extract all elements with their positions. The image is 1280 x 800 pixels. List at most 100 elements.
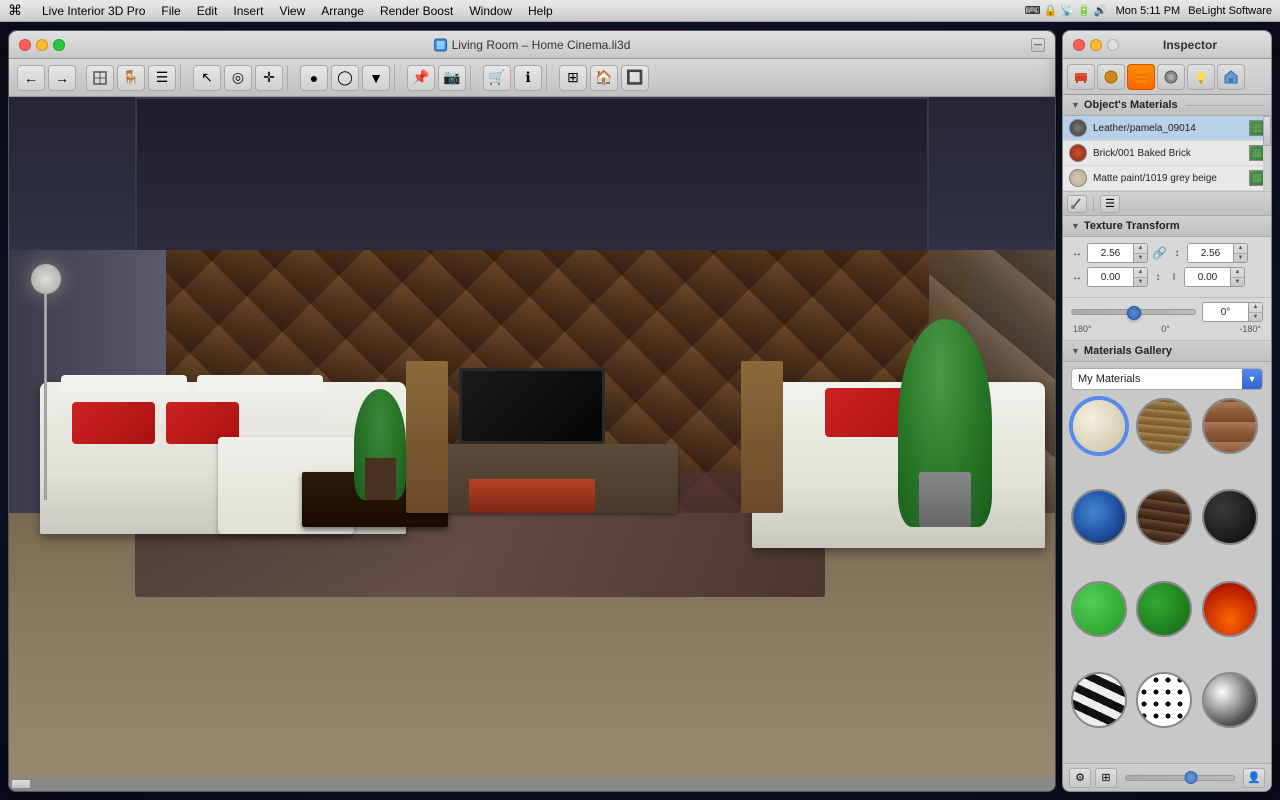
menu-help[interactable]: Help	[528, 4, 553, 18]
tab-room[interactable]	[1217, 64, 1245, 90]
rotation-input-group[interactable]: ▲ ▼	[1202, 302, 1263, 322]
sphere-tool[interactable]: ●	[300, 65, 328, 91]
viewport-scrollbar[interactable]	[9, 777, 1055, 791]
gallery-dropdown[interactable]: My Materials ▼	[1071, 368, 1263, 390]
rotation-down[interactable]: ▼	[1249, 313, 1262, 322]
minimize-button[interactable]	[36, 39, 48, 51]
view-3d-button[interactable]: 🔲	[621, 65, 649, 91]
offset-y-up[interactable]: ▲	[1231, 268, 1244, 278]
offset-x-stepper[interactable]: ▲ ▼	[1133, 268, 1147, 286]
pan-tool[interactable]: ✛	[255, 65, 283, 91]
nav-back-button[interactable]: ←	[17, 65, 45, 91]
scrollbar-thumb[interactable]	[11, 779, 31, 789]
rotation-slider[interactable]	[1071, 309, 1196, 315]
gallery-item-green-bright[interactable]	[1071, 581, 1127, 637]
materials-list[interactable]: Leather/pamela_09014 Brick/001 Baked Bri…	[1063, 116, 1271, 192]
link-icon[interactable]: 🔗	[1152, 246, 1167, 260]
cone-tool[interactable]: ▼	[362, 65, 390, 91]
gallery-dropdown-arrow[interactable]: ▼	[1242, 369, 1262, 389]
width-down[interactable]: ▼	[1134, 254, 1147, 263]
ring-tool[interactable]: ◯	[331, 65, 359, 91]
orbit-tool[interactable]: ◎	[224, 65, 252, 91]
gallery-item-zebra[interactable]	[1071, 672, 1127, 728]
close-button[interactable]	[19, 39, 31, 51]
offset-y-stepper[interactable]: ▲ ▼	[1230, 268, 1244, 286]
offset-y-down[interactable]: ▼	[1231, 278, 1244, 287]
materials-scrollbar[interactable]	[1263, 116, 1271, 191]
gallery-item-fire[interactable]	[1202, 581, 1258, 637]
person-button[interactable]: 👤	[1243, 768, 1265, 788]
inspector-maximize[interactable]	[1107, 39, 1119, 51]
offset-y-group[interactable]: ▲ ▼	[1184, 267, 1245, 287]
pin-tool[interactable]: 📌	[407, 65, 435, 91]
offset-x-input[interactable]	[1088, 268, 1133, 286]
menu-arrange[interactable]: Arrange	[321, 4, 364, 18]
tab-texture[interactable]	[1127, 64, 1155, 90]
inspector-minimize[interactable]	[1090, 39, 1102, 51]
height-stepper[interactable]: ▲ ▼	[1233, 244, 1247, 262]
cart-button[interactable]: 🛒	[483, 65, 511, 91]
offset-x-down[interactable]: ▼	[1134, 278, 1147, 287]
gallery-item-chrome[interactable]	[1202, 672, 1258, 728]
width-stepper[interactable]: ▲ ▼	[1133, 244, 1147, 262]
maximize-button[interactable]	[53, 39, 65, 51]
material-item[interactable]: Matte paint/1019 grey beige	[1063, 166, 1271, 191]
width-input-group[interactable]: ▲ ▼	[1087, 243, 1148, 263]
width-input[interactable]	[1088, 244, 1133, 262]
gallery-size-slider[interactable]	[1125, 775, 1235, 781]
furniture-button[interactable]: 🪑	[117, 65, 145, 91]
rotation-input-wrapper[interactable]: ▲ ▼	[1202, 302, 1263, 322]
gear-button[interactable]: ⚙	[1069, 768, 1091, 788]
gallery-item-water[interactable]	[1071, 489, 1127, 545]
rotation-up[interactable]: ▲	[1249, 303, 1262, 313]
menu-render[interactable]: Render Boost	[380, 4, 453, 18]
list-button[interactable]: ☰	[148, 65, 176, 91]
tab-object[interactable]	[1157, 64, 1185, 90]
menu-window[interactable]: Window	[469, 4, 512, 18]
eyedropper-button[interactable]	[1067, 195, 1087, 213]
tab-furniture[interactable]	[1067, 64, 1095, 90]
width-up[interactable]: ▲	[1134, 244, 1147, 254]
options-button[interactable]: ☰	[1100, 195, 1120, 213]
grid-button[interactable]: ⊞	[1095, 768, 1117, 788]
offset-x-up[interactable]: ▲	[1134, 268, 1147, 278]
gallery-item-wood-dark[interactable]	[1136, 489, 1192, 545]
materials-scrollbar-thumb[interactable]	[1263, 116, 1271, 146]
gallery-item-green-dark[interactable]	[1136, 581, 1192, 637]
material-item[interactable]: Leather/pamela_09014	[1063, 116, 1271, 141]
rotation-slider-thumb[interactable]	[1127, 306, 1141, 320]
expand-button[interactable]: —	[1031, 38, 1045, 52]
height-down[interactable]: ▼	[1234, 254, 1247, 263]
gallery-item-dots[interactable]	[1136, 672, 1192, 728]
nav-forward-button[interactable]: →	[48, 65, 76, 91]
offset-x-group[interactable]: ▲ ▼	[1087, 267, 1148, 287]
material-item[interactable]: Brick/001 Baked Brick	[1063, 141, 1271, 166]
rotation-input[interactable]	[1203, 303, 1248, 321]
view-house-button[interactable]: 🏠	[590, 65, 618, 91]
tab-material[interactable]	[1097, 64, 1125, 90]
gallery-item-black[interactable]	[1202, 489, 1258, 545]
menu-view[interactable]: View	[279, 4, 305, 18]
camera-tool[interactable]: 📷	[438, 65, 466, 91]
menu-app[interactable]: Live Interior 3D Pro	[42, 4, 145, 18]
rotation-stepper[interactable]: ▲ ▼	[1248, 303, 1262, 321]
height-input-group[interactable]: ▲ ▼	[1187, 243, 1248, 263]
select-tool[interactable]: ↖	[193, 65, 221, 91]
gallery-size-thumb[interactable]	[1184, 771, 1197, 784]
info-button[interactable]: ℹ	[514, 65, 542, 91]
menu-edit[interactable]: Edit	[197, 4, 218, 18]
inspector-close[interactable]	[1073, 39, 1085, 51]
menu-file[interactable]: File	[161, 4, 180, 18]
apple-menu[interactable]: ⌘	[8, 2, 22, 19]
gallery-item-wood-light[interactable]	[1136, 398, 1192, 454]
gallery-item-plain-light[interactable]	[1071, 398, 1127, 454]
height-up[interactable]: ▲	[1234, 244, 1247, 254]
menu-insert[interactable]: Insert	[233, 4, 263, 18]
offset-y-input[interactable]	[1185, 268, 1230, 286]
gallery-item-brick[interactable]	[1202, 398, 1258, 454]
viewport[interactable]	[9, 97, 1055, 791]
tab-light[interactable]	[1187, 64, 1215, 90]
height-input[interactable]	[1188, 244, 1233, 262]
floorplan-button[interactable]	[86, 65, 114, 91]
view-iso-button[interactable]: ⊞	[559, 65, 587, 91]
